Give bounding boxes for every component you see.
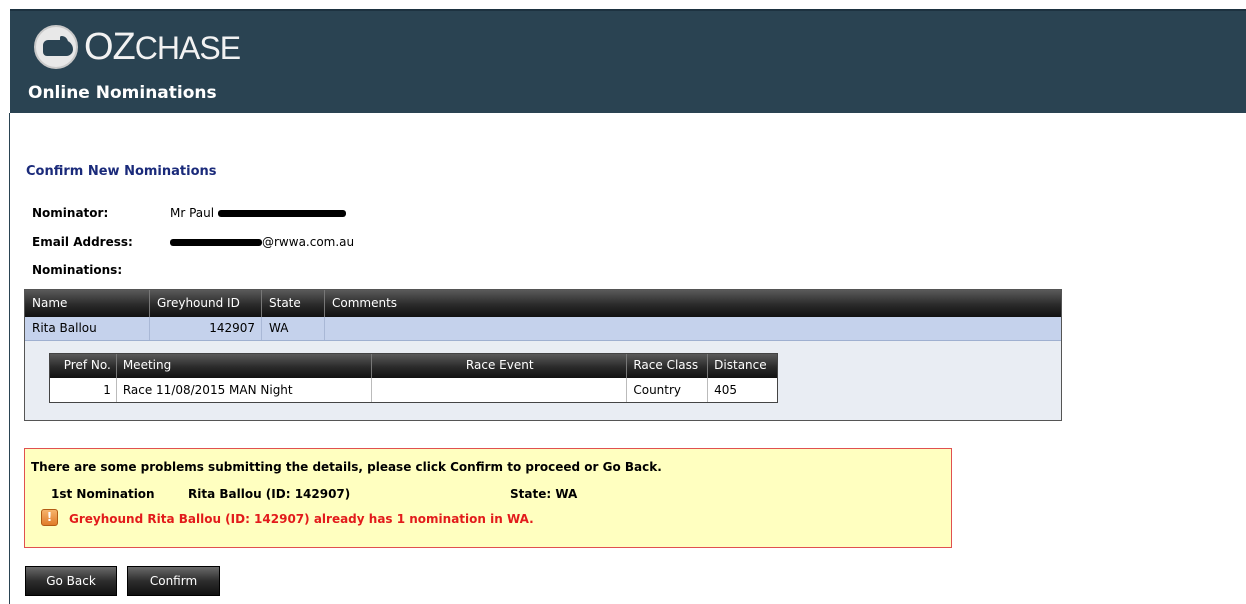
cell-state: WA [262, 317, 325, 340]
app-subtitle: Online Nominations [28, 83, 217, 103]
nominator-label: Nominator: [32, 206, 109, 220]
confirm-button[interactable]: Confirm [127, 566, 220, 596]
column-header-race-event[interactable]: Race Event [372, 354, 628, 378]
nominator-value: Mr Paul [170, 206, 346, 220]
nominations-label: Nominations: [32, 263, 123, 277]
cell-comments [325, 317, 1061, 340]
table-row[interactable]: Rita Ballou 142907 WA [25, 317, 1061, 341]
column-header-race-class[interactable]: Race Class [627, 354, 709, 378]
email-domain: @rwwa.com.au [262, 235, 355, 249]
cell-pref-no: 1 [50, 378, 117, 402]
column-header-meeting[interactable]: Meeting [117, 354, 373, 378]
nomination-state: State: WA [510, 487, 578, 501]
cell-greyhound-id: 142907 [150, 317, 262, 340]
redaction-bar [217, 210, 346, 217]
logo-text: OZCHASE [84, 25, 241, 68]
warning-icon: ! [41, 509, 58, 526]
nominator-name: Mr Paul [170, 206, 215, 220]
logo: OZCHASE [34, 25, 241, 69]
warning-panel: There are some problems submitting the d… [24, 448, 952, 548]
warning-message: There are some problems submitting the d… [31, 460, 662, 474]
left-border [9, 113, 10, 604]
cell-meeting: Race 11/08/2015 MAN Night [117, 378, 373, 402]
email-label: Email Address: [32, 235, 133, 249]
grid-header: Name Greyhound ID State Comments [25, 290, 1061, 317]
page-title: Confirm New Nominations [26, 164, 217, 179]
column-header-greyhound-id[interactable]: Greyhound ID [150, 290, 262, 317]
redaction-bar [170, 239, 262, 246]
nomination-label: 1st Nomination [51, 487, 155, 501]
nominations-grid: Name Greyhound ID State Comments Rita Ba… [24, 289, 1062, 421]
column-header-name[interactable]: Name [25, 290, 150, 317]
column-header-pref-no[interactable]: Pref No. [50, 354, 117, 378]
cell-distance: 405 [714, 383, 738, 397]
subgrid-header: Pref No. Meeting Race Event Race Class D… [50, 354, 777, 378]
go-back-button[interactable]: Go Back [25, 566, 117, 596]
cell-race-class: Country [627, 378, 709, 402]
error-message: Greyhound Rita Ballou (ID: 142907) alrea… [69, 512, 534, 526]
table-row[interactable]: 1 Race 11/08/2015 MAN Night Country 405 [50, 378, 777, 402]
cell-name: Rita Ballou [25, 317, 150, 340]
greyhound-logo-icon [34, 25, 78, 69]
nomination-name: Rita Ballou (ID: 142907) [188, 487, 351, 501]
cell-race-event [372, 378, 628, 402]
preferences-subgrid: Pref No. Meeting Race Event Race Class D… [49, 353, 778, 403]
column-header-comments[interactable]: Comments [325, 290, 1061, 317]
email-value: @rwwa.com.au [170, 235, 354, 249]
column-header-state[interactable]: State [262, 290, 325, 317]
column-header-distance[interactable]: Distance [708, 354, 777, 378]
app-header: OZCHASE Online Nominations [10, 9, 1246, 113]
